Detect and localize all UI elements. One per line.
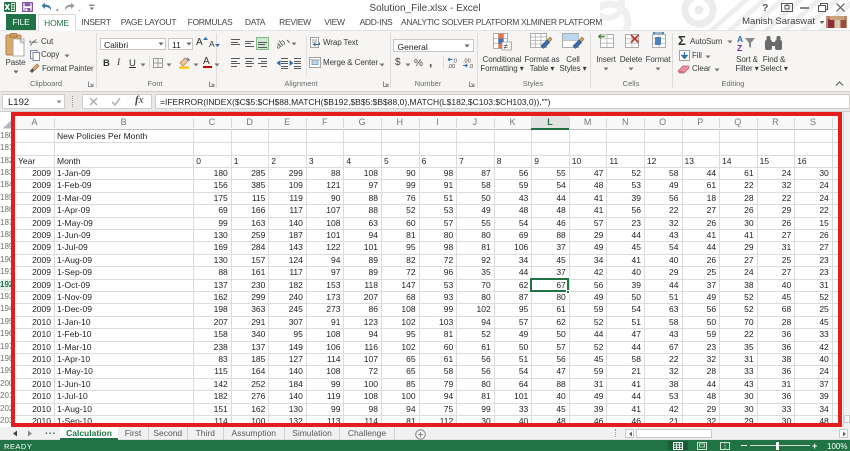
svg-text:≠: ≠ (504, 42, 509, 51)
svg-text:ab: ab (277, 38, 287, 49)
svg-text:Z: Z (737, 43, 742, 53)
svg-text:.00: .00 (448, 64, 456, 69)
